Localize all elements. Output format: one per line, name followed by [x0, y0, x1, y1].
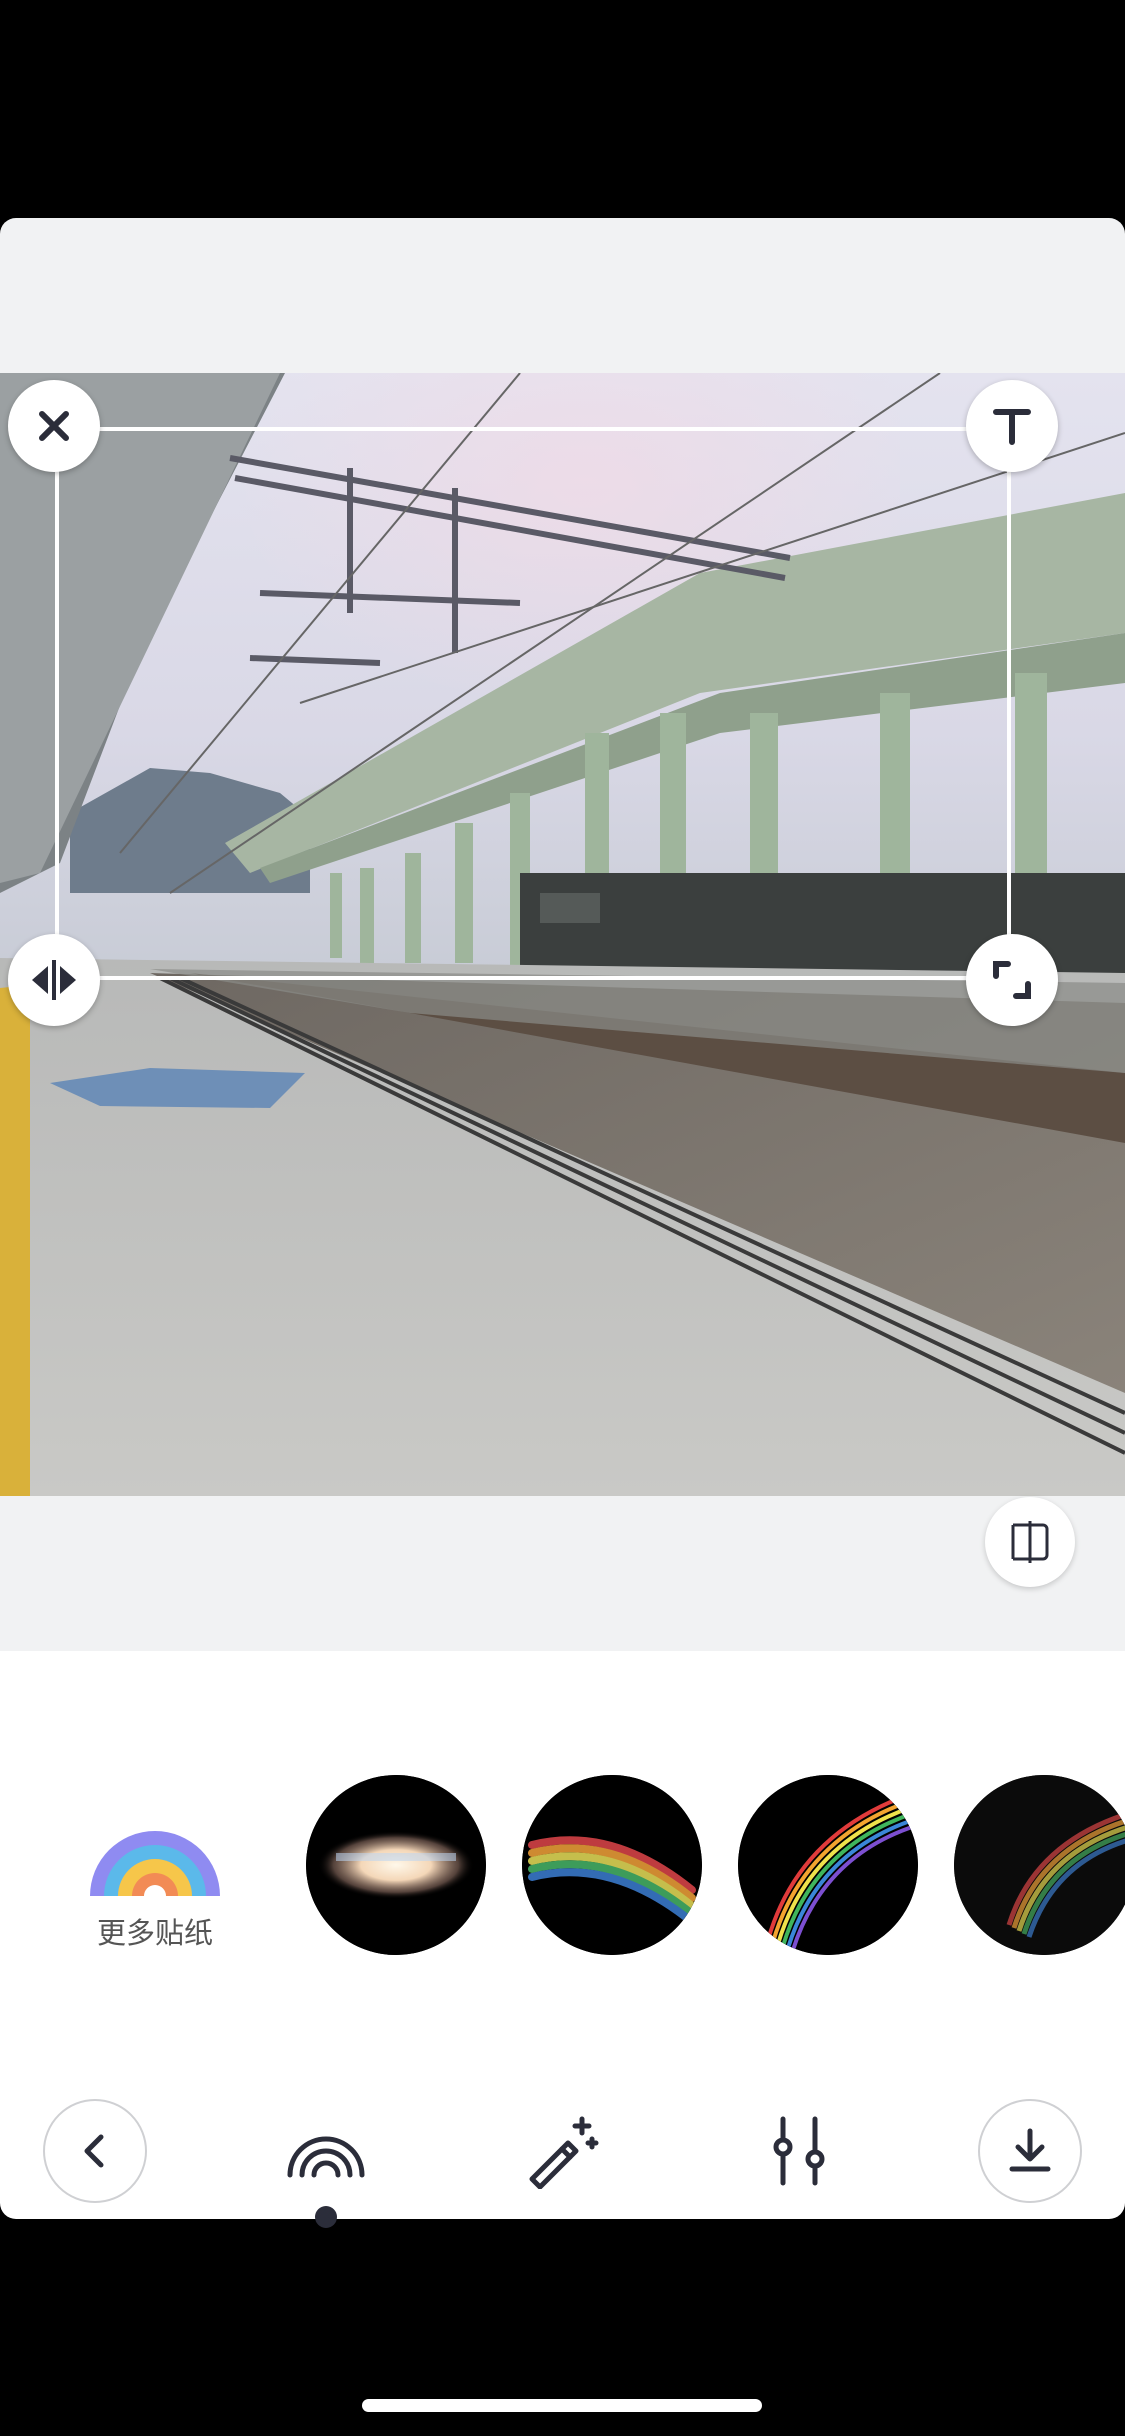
sticker-soft-rainbow-streak[interactable]: [522, 1775, 702, 1955]
close-icon: [39, 411, 69, 441]
add-text-button[interactable]: [966, 380, 1058, 472]
resize-sticker-handle[interactable]: [966, 934, 1058, 1026]
magic-wand-icon: [529, 2116, 599, 2189]
rainbow-outline-icon: [287, 2136, 365, 2178]
tab-magic[interactable]: [510, 2099, 614, 2203]
flip-sticker-button[interactable]: [8, 934, 100, 1026]
sticker-faint-rainbow-arc[interactable]: [954, 1775, 1125, 1955]
remove-sticker-button[interactable]: [8, 380, 100, 472]
flip-horizontal-icon: [32, 960, 76, 1000]
chevron-left-icon: [84, 2134, 104, 2168]
tab-adjust[interactable]: [747, 2099, 851, 2203]
more-stickers-button[interactable]: 更多贴纸: [70, 1812, 240, 1992]
download-button[interactable]: [978, 2099, 1082, 2203]
compare-button[interactable]: [985, 1497, 1075, 1587]
resize-icon: [993, 961, 1031, 999]
active-tab-indicator: [315, 2206, 337, 2228]
text-icon: [993, 409, 1031, 445]
tab-rainbow-sticker[interactable]: [274, 2099, 378, 2203]
home-indicator[interactable]: [362, 2399, 762, 2412]
sliders-icon: [773, 2116, 825, 2186]
edited-photo[interactable]: [0, 373, 1125, 1496]
compare-icon: [1011, 1521, 1049, 1563]
download-icon: [1009, 2128, 1051, 2172]
top-black-bar: [0, 0, 1125, 218]
sticker-light-bar[interactable]: [306, 1775, 486, 1955]
more-stickers-label: 更多贴纸: [96, 1916, 213, 1950]
sticker-rainbow-arc[interactable]: [738, 1775, 918, 1955]
rainbow-icon: [90, 1831, 220, 1896]
back-button[interactable]: [43, 2099, 147, 2203]
